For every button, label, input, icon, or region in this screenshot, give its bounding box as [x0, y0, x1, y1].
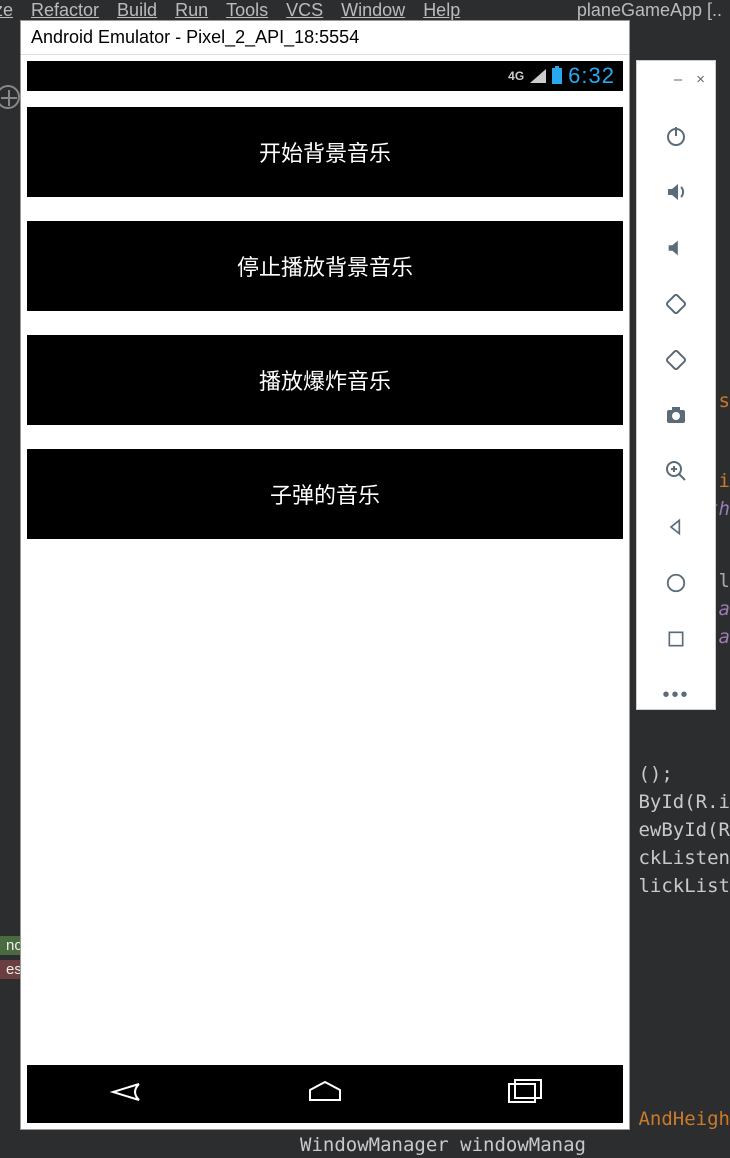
play-explosion-music-button[interactable]: 播放爆炸音乐	[27, 335, 623, 425]
divider	[27, 91, 623, 107]
menu-item[interactable]: Help	[423, 0, 460, 21]
menu-item[interactable]: Run	[175, 0, 208, 21]
back-icon[interactable]	[662, 513, 690, 541]
code-editor-fragment: (); ById(R.i ewById(R ckListen lickList	[638, 760, 730, 900]
menu-item[interactable]: Refactor	[31, 0, 99, 21]
code-token: i	[719, 470, 730, 492]
code-line: WindowManager windowManag	[300, 1134, 586, 1156]
menu-item[interactable]: Build	[117, 0, 157, 21]
back-icon[interactable]	[101, 1078, 151, 1111]
ide-menu-bar[interactable]: ze Refactor Build Run Tools VCS Window H…	[0, 0, 460, 21]
network-4g-icon: 4G	[508, 69, 524, 83]
power-icon[interactable]	[662, 122, 690, 150]
divider	[27, 425, 623, 449]
android-status-bar: 4G 6:32	[27, 61, 623, 91]
android-nav-bar	[27, 1065, 623, 1123]
app-empty-area	[27, 539, 623, 1065]
minimize-button[interactable]: –	[674, 71, 682, 88]
start-bg-music-button[interactable]: 开始背景音乐	[27, 107, 623, 197]
zoom-icon[interactable]	[662, 457, 690, 485]
target-icon[interactable]	[0, 85, 20, 109]
signal-icon	[530, 69, 546, 83]
rotate-left-icon[interactable]	[662, 290, 690, 318]
menu-item[interactable]: VCS	[286, 0, 323, 21]
code-token: a	[719, 626, 730, 648]
emulator-toolbar: – × •••	[636, 60, 716, 710]
recents-icon[interactable]	[499, 1078, 549, 1111]
menu-item[interactable]: ze	[0, 0, 13, 21]
divider	[27, 311, 623, 335]
close-button[interactable]: ×	[696, 71, 705, 88]
overview-square-icon[interactable]	[662, 625, 690, 653]
volume-up-icon[interactable]	[662, 178, 690, 206]
clock: 6:32	[568, 63, 615, 89]
menu-item[interactable]: Window	[341, 0, 405, 21]
stop-bg-music-button[interactable]: 停止播放背景音乐	[27, 221, 623, 311]
device-screen[interactable]: 4G 6:32 开始背景音乐 停止播放背景音乐 播放爆炸音乐 子弹的音乐	[27, 61, 623, 1123]
divider	[27, 197, 623, 221]
emulator-title: Android Emulator - Pixel_2_API_18:5554	[21, 21, 629, 55]
code-token: l	[719, 570, 730, 592]
rotate-right-icon[interactable]	[662, 346, 690, 374]
camera-icon[interactable]	[662, 402, 690, 430]
more-icon[interactable]: •••	[662, 681, 690, 709]
battery-icon	[552, 68, 562, 84]
bullet-music-button[interactable]: 子弹的音乐	[27, 449, 623, 539]
volume-down-icon[interactable]	[662, 234, 690, 262]
emulator-window: Android Emulator - Pixel_2_API_18:5554 4…	[20, 20, 630, 1130]
home-circle-icon[interactable]	[662, 569, 690, 597]
home-icon[interactable]	[300, 1078, 350, 1111]
menu-item[interactable]: Tools	[226, 0, 268, 21]
code-token: s	[719, 390, 730, 412]
ide-project-title: planeGameApp [..	[577, 0, 722, 21]
code-token: AndHeigh	[638, 1108, 730, 1130]
code-token: a	[719, 598, 730, 620]
